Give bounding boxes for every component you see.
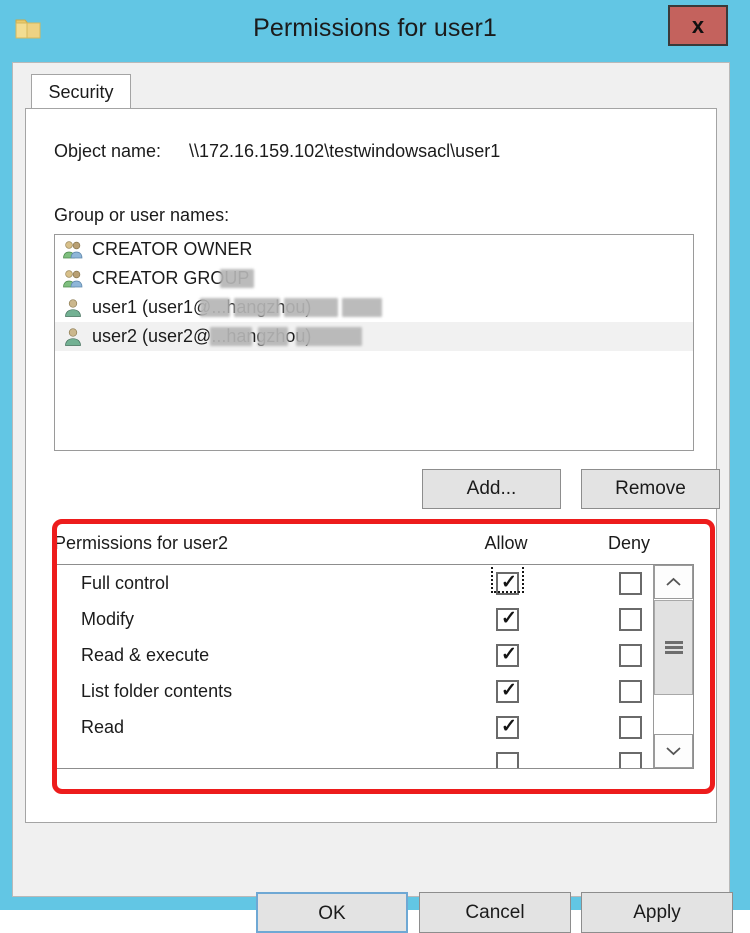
redaction-block: [200, 298, 230, 317]
group-or-user-names-listbox[interactable]: CREATOR OWNER CREATOR GROUP user1 (user1@.…: [54, 234, 694, 451]
permission-name: List folder contents: [81, 680, 233, 701]
scroll-up-icon[interactable]: [654, 565, 693, 599]
group-user-list-item-label: user2 (user2@...hangzhou): [92, 326, 362, 347]
group-user-list-item[interactable]: CREATOR GROUP: [55, 264, 693, 293]
apply-button[interactable]: Apply: [581, 892, 733, 933]
permission-row[interactable]: Full control ✓: [55, 565, 653, 601]
deny-column-header: Deny: [607, 533, 651, 553]
redaction-block: [284, 298, 338, 317]
redaction-block: [220, 269, 254, 288]
remove-button[interactable]: Remove: [581, 469, 720, 509]
object-name-row: Object name: \\172.16.159.102\testwindow…: [54, 141, 694, 165]
permissions-header-row: Permissions for user2 Allow Deny: [54, 533, 694, 559]
permissions-dialog-window: Permissions for user1 x Security Object …: [0, 0, 750, 933]
permission-name: Read & execute: [81, 644, 210, 665]
permission-row[interactable]: Read ✓: [55, 709, 653, 745]
ok-button[interactable]: OK: [256, 892, 408, 933]
window-title: Permissions for user1: [253, 14, 497, 42]
add-button[interactable]: Add...: [422, 469, 561, 509]
close-button[interactable]: x: [668, 5, 728, 46]
group-user-list-item[interactable]: CREATOR OWNER: [55, 235, 693, 264]
scrollbar-thumb[interactable]: [654, 600, 693, 695]
deny-checkbox[interactable]: [619, 607, 642, 631]
tab-strip: Security: [13, 63, 729, 109]
check-icon: ✓: [501, 571, 517, 593]
group-user-list-item-label: CREATOR GROUP: [92, 268, 254, 289]
group-user-list-item-label: CREATOR OWNER: [92, 239, 253, 259]
permission-row[interactable]: List folder contents ✓: [55, 673, 653, 709]
user-icon: [62, 326, 84, 348]
group-or-user-names-label: Group or user names:: [54, 205, 230, 225]
permission-row[interactable]: Modify ✓: [55, 601, 653, 637]
object-name-value: \\172.16.159.102\testwindowsacl\user1: [189, 141, 501, 161]
allow-checkbox[interactable]: ✓: [496, 607, 519, 631]
redaction-block: [342, 298, 382, 317]
scroll-down-icon[interactable]: [654, 734, 693, 768]
permissions-for-label: Permissions for user2: [54, 533, 229, 553]
redaction-block: [210, 327, 252, 346]
permissions-rows: Full control ✓ Modify ✓ Read & execute ✓ List …: [55, 565, 653, 768]
redaction-block: [296, 327, 362, 346]
scrollbar-grip-icon: [665, 641, 683, 654]
tab-panel-security: Object name: \\172.16.159.102\testwindow…: [25, 108, 720, 823]
permissions-scrollbar[interactable]: [653, 565, 693, 768]
deny-checkbox[interactable]: [619, 751, 642, 768]
allow-checkbox[interactable]: ✓: [496, 715, 519, 739]
redaction-block: [234, 298, 280, 317]
group-icon: [62, 268, 84, 290]
group-user-list-item-label: user1 (user1@...hangzhou): [92, 297, 382, 318]
permission-name: Read: [81, 716, 125, 737]
user-icon: [62, 297, 84, 319]
deny-checkbox[interactable]: [619, 715, 642, 739]
redaction-block: [258, 327, 288, 346]
title-bar: Permissions for user1 x: [0, 0, 750, 62]
allow-checkbox[interactable]: ✓: [496, 679, 519, 703]
group-user-list-item[interactable]: user2 (user2@...hangzhou): [55, 322, 693, 351]
check-icon: ✓: [501, 679, 517, 701]
permission-row[interactable]: [55, 745, 653, 768]
check-icon: ✓: [501, 607, 517, 629]
cancel-button[interactable]: Cancel: [419, 892, 571, 933]
deny-checkbox[interactable]: [619, 643, 642, 667]
deny-checkbox[interactable]: [619, 571, 642, 595]
allow-checkbox[interactable]: [496, 751, 519, 768]
permission-name: Modify: [81, 608, 135, 629]
deny-checkbox[interactable]: [619, 679, 642, 703]
permissions-listbox[interactable]: Full control ✓ Modify ✓ Read & execute ✓ List …: [54, 564, 694, 769]
object-name-label: Object name:: [54, 141, 162, 161]
group-user-list-item[interactable]: user1 (user1@...hangzhou): [55, 293, 693, 322]
allow-column-header: Allow: [484, 533, 528, 553]
check-icon: ✓: [501, 715, 517, 737]
allow-checkbox[interactable]: ✓: [496, 571, 519, 595]
tab-security[interactable]: Security: [31, 74, 131, 109]
permission-row[interactable]: Read & execute ✓: [55, 637, 653, 673]
group-icon: [62, 239, 84, 261]
dialog-client-area: Security Object name: \\172.16.159.102\t…: [12, 62, 733, 933]
allow-checkbox[interactable]: ✓: [496, 643, 519, 667]
permission-name: Full control: [81, 572, 170, 593]
check-icon: ✓: [501, 643, 517, 665]
